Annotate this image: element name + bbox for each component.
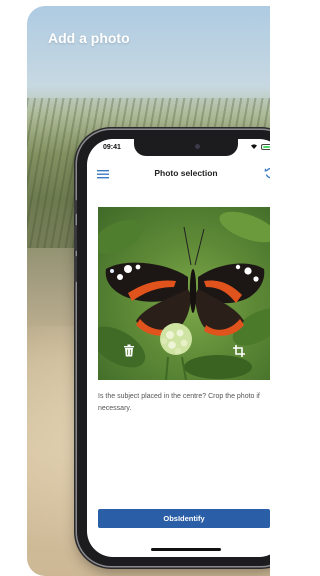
phone-volume-up (74, 225, 77, 251)
trash-icon[interactable] (123, 344, 135, 357)
phone-mockup: 09:41 Photo selection Is the subject pla… (74, 130, 270, 566)
phone-screen: 09:41 Photo selection Is the subject pla… (87, 139, 270, 557)
phone-silent-switch (74, 200, 77, 214)
selected-photo[interactable] (98, 207, 270, 380)
status-time: 09:41 (103, 144, 121, 151)
crop-icon[interactable] (233, 344, 245, 357)
battery-icon (261, 144, 270, 150)
phone-notch (134, 139, 238, 156)
obsidentify-button[interactable]: ObsIdentify (98, 509, 270, 528)
crop-instruction-text: Is the subject placed in the centre? Cro… (98, 393, 260, 412)
home-indicator (151, 548, 221, 551)
status-icons (250, 143, 270, 151)
wifi-icon (250, 143, 258, 151)
hero-title: Add a photo (48, 30, 130, 46)
camera-dot (195, 144, 200, 149)
phone-volume-down (74, 256, 77, 282)
page-title: Photo selection (154, 168, 218, 178)
app-navbar: Photo selection (87, 161, 270, 185)
hero-card: Add a photo 09:41 Photo selection Is the… (27, 6, 270, 576)
hamburger-menu-icon[interactable] (97, 167, 109, 179)
undo-arrow-icon[interactable] (264, 166, 270, 179)
